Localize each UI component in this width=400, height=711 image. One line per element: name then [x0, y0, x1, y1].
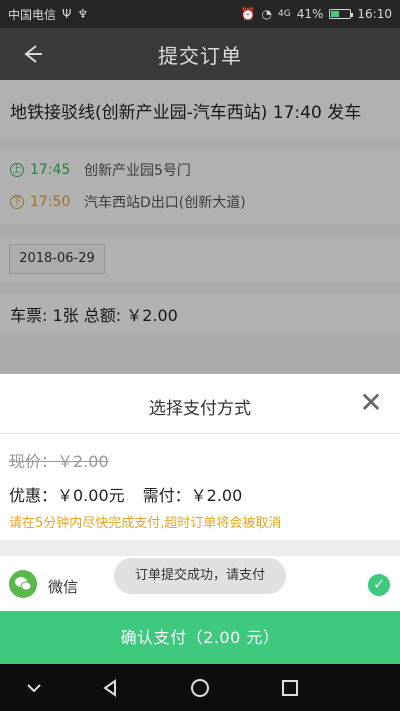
- status-bar: 中国电信 Ψ ♆ ⏰ ◔ 4G 41% 16:10: [0, 0, 400, 28]
- wifi-icon: ◔: [261, 7, 273, 21]
- alarm-icon: ⏰: [240, 7, 256, 21]
- wechat-icon: [9, 570, 37, 598]
- price-line: 优惠：￥0.00元 需付：￥2.00: [9, 482, 242, 506]
- clock: 16:10: [357, 7, 392, 21]
- toast-message: 订单提交成功，请支付: [114, 558, 286, 594]
- payment-method-label: 微信: [48, 578, 79, 596]
- original-price: 现价：￥2.00: [9, 452, 109, 471]
- discount-text: 优惠：￥0.00元: [9, 486, 125, 505]
- battery-percent: 41%: [296, 7, 324, 21]
- need-pay-text: 需付：￥2.00: [142, 486, 243, 505]
- recents-square-icon[interactable]: [276, 674, 304, 702]
- battery-fill: [331, 11, 340, 17]
- nav-bar: [0, 664, 400, 711]
- dim-overlay[interactable]: [0, 80, 400, 375]
- battery-icon: [329, 9, 354, 19]
- chevron-down-icon[interactable]: [20, 674, 48, 702]
- usb-icon: Ψ: [62, 7, 72, 21]
- check-icon[interactable]: ✓: [368, 574, 390, 596]
- page-title: 提交订单: [158, 43, 242, 68]
- back-arrow-icon[interactable]: [18, 40, 46, 68]
- close-icon[interactable]: ✕: [356, 388, 386, 418]
- usb-icon-2: ♆: [77, 7, 89, 21]
- sheet-title: 选择支付方式: [149, 399, 251, 419]
- home-circle-icon[interactable]: [186, 674, 214, 702]
- timeout-warning: 请在5分钟内尽快完成支付,超时订单将会被取消: [9, 516, 282, 531]
- signal-label: 4G: [278, 9, 291, 19]
- sheet-header: 选择支付方式 ✕: [0, 374, 400, 434]
- title-bar: 提交订单: [0, 28, 400, 80]
- section-divider: [0, 540, 400, 556]
- confirm-pay-button[interactable]: 确认支付（2.00 元）: [0, 611, 400, 664]
- carrier-label: 中国电信: [8, 7, 57, 22]
- back-triangle-icon[interactable]: [96, 674, 124, 702]
